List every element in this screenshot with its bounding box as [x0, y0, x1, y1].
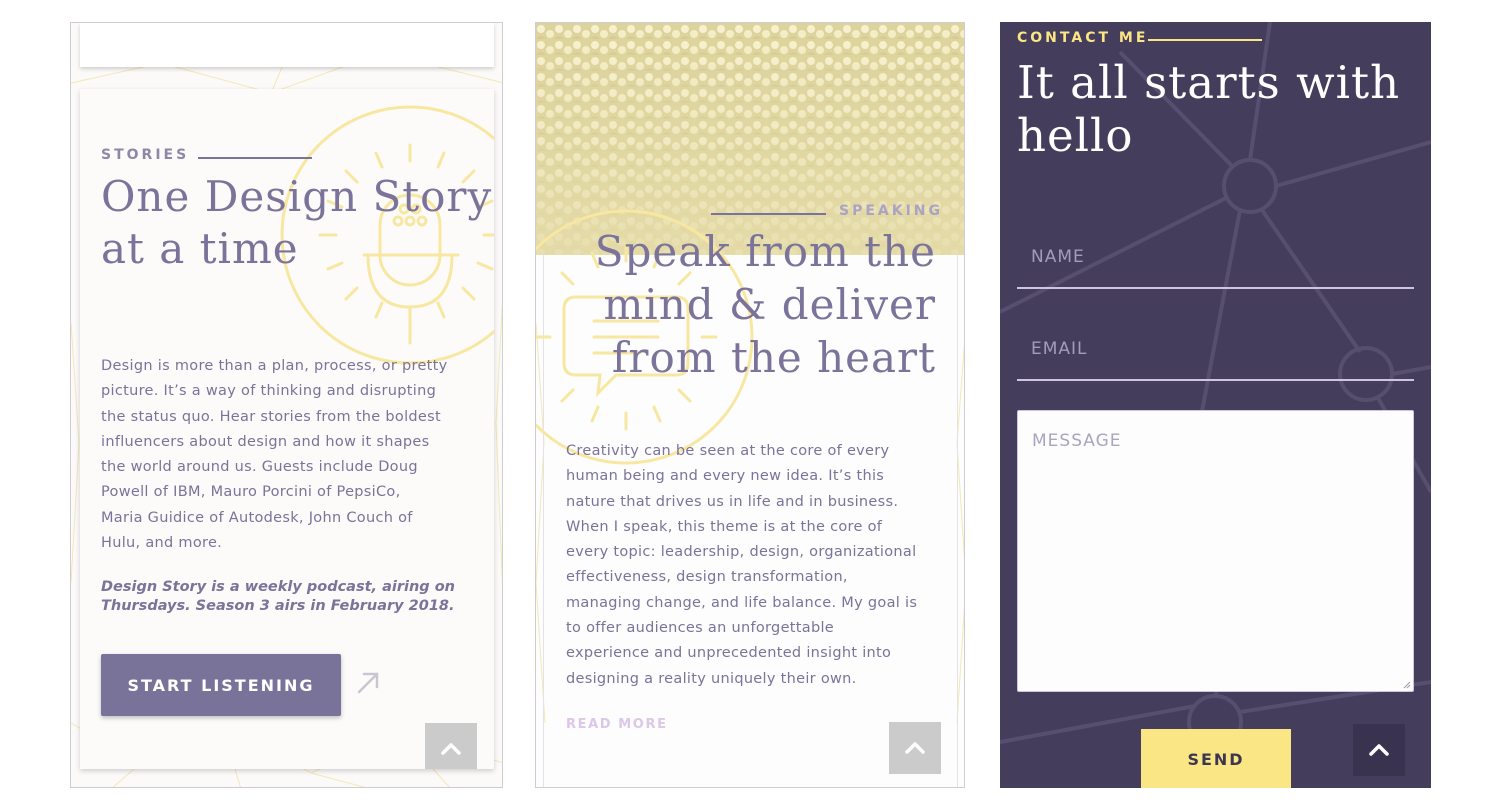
eyebrow-rule [711, 213, 826, 215]
stories-title-line: at a time [101, 224, 299, 273]
stories-panel: STORIES One Design Story at a time Desig… [70, 22, 503, 788]
stories-title: One Design Story at a time [101, 171, 492, 275]
body-line: the world around us. Guests include Doug [101, 459, 418, 476]
contact-title-line: hello [1017, 109, 1134, 162]
body-line: managing change, and life balance. My go… [566, 594, 918, 611]
name-input-underline [1017, 287, 1414, 289]
body-line: nature that drives us in life and in bus… [566, 493, 899, 510]
body-line: designing a reality uniquely their own. [566, 670, 857, 687]
body-line: Creativity can be seen at the core of ev… [566, 443, 890, 459]
body-line: picture. It’s a way of thinking and disr… [101, 383, 437, 400]
body-line: Maria Guidice of Autodesk, John Couch of [101, 509, 413, 526]
speaking-title-line: from the heart [611, 333, 936, 382]
message-textarea[interactable]: MESSAGE [1017, 410, 1414, 692]
read-more-link[interactable]: READ MORE [566, 717, 668, 732]
speaking-panel: SPEAKING Speak from the mind & deliver f… [535, 22, 965, 788]
speaking-body: Creativity can be seen at the core of ev… [566, 439, 958, 692]
message-placeholder: MESSAGE [1032, 431, 1122, 451]
name-input[interactable]: NAME [1031, 247, 1085, 267]
body-line: to offer audiences an unforgettable [566, 620, 834, 637]
body-line: Powell of IBM, Mauro Porcini of PepsiCo, [101, 484, 401, 501]
stories-eyebrow: STORIES [101, 147, 190, 163]
chevron-up-icon [441, 743, 461, 755]
body-line: effectiveness, design transformation, [566, 569, 848, 586]
body-line: Design is more than a plan, process, or … [101, 358, 448, 374]
body-line: experience and unprecedented insight int… [566, 645, 892, 662]
scroll-to-top-button[interactable] [1353, 724, 1405, 776]
eyebrow-rule [1148, 39, 1262, 41]
start-listening-button[interactable]: START LISTENING [101, 654, 341, 716]
scroll-to-top-button[interactable] [425, 723, 477, 769]
body-line: influencers about design and how it shap… [101, 433, 430, 450]
body-line: the status quo. Hear stories from the bo… [101, 408, 441, 425]
contact-panel: CONTACT ME It all starts with hello NAME… [1000, 22, 1431, 788]
speaking-title: Speak from the mind & deliver from the h… [595, 225, 936, 384]
chevron-up-icon [1369, 744, 1389, 756]
scroll-to-top-button[interactable] [889, 722, 941, 774]
stories-body: Design is more than a plan, process, or … [101, 354, 491, 556]
contact-title: It all starts with hello [1017, 56, 1400, 162]
email-input[interactable]: EMAIL [1031, 339, 1088, 359]
body-line: When I speak, this theme is at the core … [566, 518, 883, 535]
note-line: Thursdays. Season 3 airs in February 201… [101, 598, 455, 614]
arrow-up-right-icon[interactable] [356, 671, 380, 695]
podcast-note: Design Story is a weekly podcast, airing… [101, 578, 493, 616]
email-input-underline [1017, 379, 1414, 381]
chevron-up-icon [905, 742, 925, 754]
stories-title-line: One Design Story [101, 172, 493, 221]
body-line: every topic: leadership, design, organiz… [566, 544, 917, 561]
eyebrow-rule [198, 157, 312, 159]
contact-title-line: It all starts with [1017, 56, 1401, 109]
note-line: Design Story is a weekly podcast, airing… [101, 579, 455, 595]
body-line: Hulu, and more. [101, 535, 223, 552]
send-button[interactable]: SEND [1141, 729, 1291, 788]
body-line: human being and every new idea. It’s thi… [566, 468, 885, 485]
previous-card [80, 23, 494, 67]
contact-eyebrow: CONTACT ME [1017, 30, 1149, 46]
speaking-title-line: Speak from the [594, 227, 936, 276]
speaking-title-line: mind & deliver [603, 280, 936, 329]
stories-card: STORIES One Design Story at a time Desig… [80, 89, 494, 769]
resize-handle-icon[interactable] [1403, 681, 1411, 689]
speaking-eyebrow: SPEAKING [839, 203, 944, 219]
